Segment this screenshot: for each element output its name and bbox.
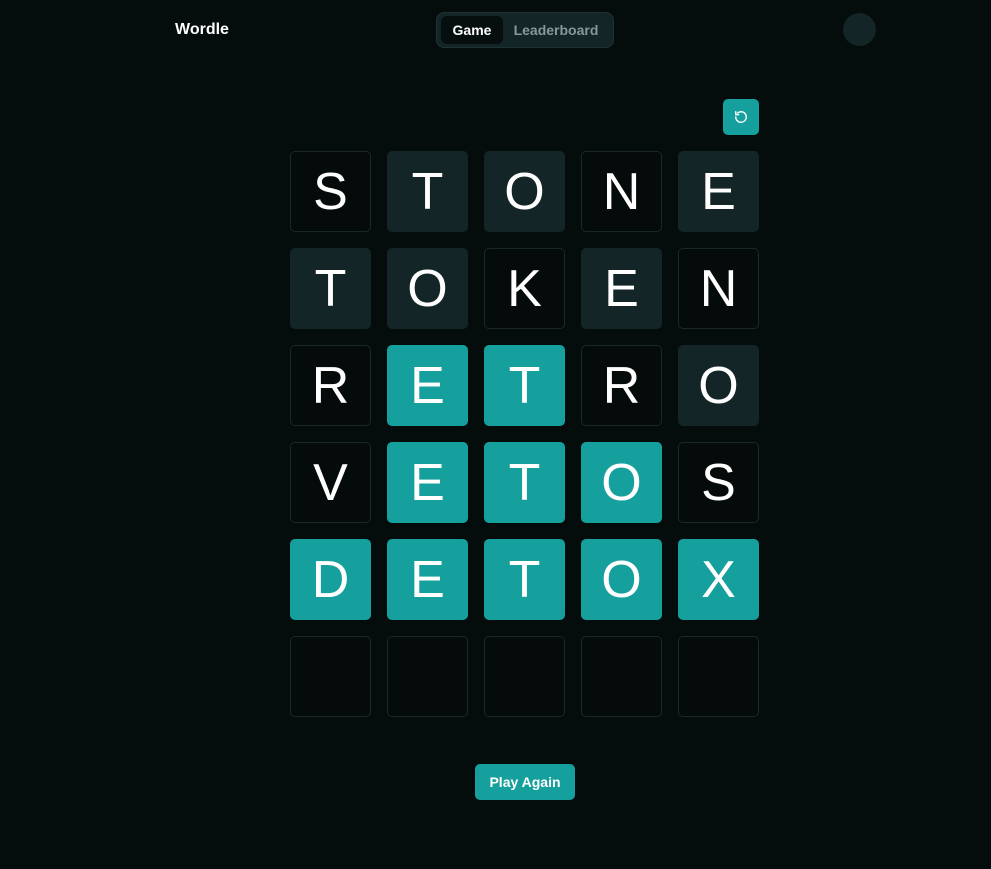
board-tile [581,636,662,717]
board-tile: O [484,151,565,232]
board-tile: D [290,539,371,620]
board-tile: T [484,442,565,523]
board-tile: E [387,345,468,426]
board-tile: S [678,442,759,523]
view-tabs: Game Leaderboard [436,12,614,48]
board-tile: N [678,248,759,329]
board-tile: O [678,345,759,426]
game-board: STONETOKENRETROVETOSDETOX [290,151,759,717]
board-tile: E [581,248,662,329]
board-tile: T [484,539,565,620]
board-tile: X [678,539,759,620]
board-tile: O [387,248,468,329]
board-tile: T [290,248,371,329]
board-tile [484,636,565,717]
avatar[interactable] [843,13,876,46]
board-tile: O [581,539,662,620]
board-tile [290,636,371,717]
board-tile: K [484,248,565,329]
play-again-button[interactable]: Play Again [475,764,575,800]
board-tile [387,636,468,717]
board-tile: E [387,539,468,620]
reset-game-button[interactable] [723,99,759,135]
tab-game[interactable]: Game [441,16,503,44]
board-tile: E [678,151,759,232]
app-root: Wordle Game Leaderboard STONETOKENRETROV… [0,0,991,869]
board-tile: O [581,442,662,523]
board-tile: N [581,151,662,232]
board-tile: S [290,151,371,232]
board-tile: E [387,442,468,523]
board-tile: V [290,442,371,523]
board-tile: R [290,345,371,426]
board-tile: R [581,345,662,426]
app-title: Wordle [175,21,229,38]
refresh-icon [735,111,747,123]
board-tile: T [484,345,565,426]
board-tile: T [387,151,468,232]
tab-leaderboard[interactable]: Leaderboard [503,16,609,44]
board-tile [678,636,759,717]
